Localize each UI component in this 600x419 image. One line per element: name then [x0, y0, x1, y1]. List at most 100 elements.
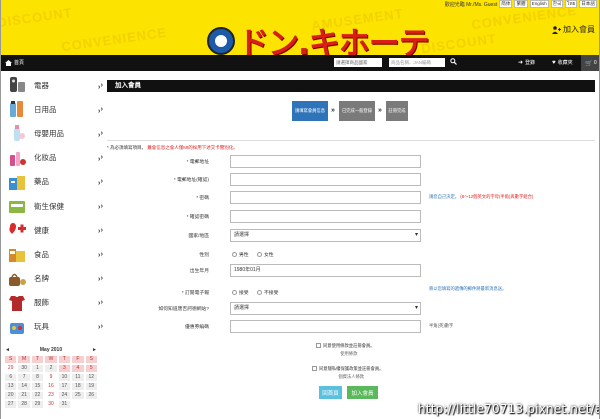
calendar-day[interactable]: 30: [18, 365, 30, 372]
calendar-day[interactable]: 3: [58, 365, 71, 372]
calendar-day[interactable]: 11: [72, 374, 84, 381]
category-item-health[interactable]: 健康 ›: [1, 218, 105, 242]
category-item-health-care[interactable]: 衛生保健 ›: [1, 194, 105, 218]
category-item-clothing[interactable]: 服飾 ›: [1, 291, 105, 315]
lang-korean[interactable]: 한국: [550, 0, 564, 8]
nav-home-link[interactable]: 首頁: [5, 59, 24, 66]
calendar-day[interactable]: 14: [18, 383, 30, 390]
calendar-next-icon[interactable]: ►: [92, 347, 97, 353]
category-item-daily-goods[interactable]: 日用品 ›: [1, 97, 105, 121]
calendar-day[interactable]: 31: [58, 401, 71, 408]
password-confirm-field[interactable]: [230, 210, 421, 223]
chevron-right-icon[interactable]: ›: [98, 252, 100, 259]
calendar-day[interactable]: 13: [5, 383, 17, 390]
terms-link[interactable]: 使用條款: [323, 351, 375, 357]
site-logo[interactable]: ドン.キホーテ: [207, 18, 430, 55]
lang-english[interactable]: English: [529, 0, 549, 8]
email-confirm-field[interactable]: [230, 173, 421, 186]
country-select[interactable]: 請選擇: [230, 229, 421, 242]
calendar-day[interactable]: 29: [5, 365, 16, 372]
privacy-agree-checkbox[interactable]: 同意隱私權保護政策並註冊會員。 個資法人條款: [312, 366, 383, 380]
terms-agree-checkbox[interactable]: 同意使用條款並註冊會員。 使用條款: [316, 343, 375, 357]
birthday-field[interactable]: 1980年01月: [230, 264, 421, 277]
join-member-button[interactable]: 加入會員: [347, 386, 378, 399]
back-home-button[interactable]: 回首頁: [319, 386, 342, 399]
chevron-right-icon[interactable]: ›: [98, 300, 100, 307]
chevron-right-icon[interactable]: ›: [98, 180, 100, 187]
lang-thai[interactable]: ไทย: [565, 0, 578, 8]
calendar-day[interactable]: 25: [72, 392, 84, 399]
country-select[interactable]: 請選擇商品國家: [334, 58, 382, 67]
calendar-day[interactable]: 30: [45, 401, 56, 408]
calendar-day[interactable]: 16: [45, 383, 56, 390]
chevron-right-icon[interactable]: ›: [98, 108, 100, 115]
referrer-label: 優惠券編碼: [185, 325, 209, 330]
calendar-day[interactable]: 4: [72, 365, 84, 372]
category-item-appliances[interactable]: 電器 ›: [1, 73, 105, 97]
calendar-day[interactable]: 1: [31, 365, 44, 372]
category-sidebar: 電器 › 日用品 › 母嬰用品 › 化妝品 › 藥品 › 衛生保健 › 健康 ›…: [1, 73, 105, 339]
birthday-row: 出生年月 1980年01月: [111, 264, 571, 278]
calendar-day[interactable]: 6: [5, 374, 17, 381]
category-item-brand[interactable]: 名牌 ›: [1, 267, 105, 291]
calendar-day[interactable]: 29: [31, 401, 44, 408]
gender-row: 性別 男性 女性: [111, 248, 571, 262]
calendar-day[interactable]: 19: [85, 383, 97, 390]
category-item-cosmetics[interactable]: 化妝品 ›: [1, 146, 105, 170]
referrer-field[interactable]: [230, 320, 421, 333]
calendar-day[interactable]: 18: [72, 383, 84, 390]
chevron-right-icon[interactable]: ›: [98, 204, 100, 211]
chevron-right-icon[interactable]: ›: [98, 84, 100, 91]
chevron-right-icon[interactable]: ›: [98, 156, 100, 163]
join-member-link[interactable]: 加入會員: [552, 24, 595, 35]
chevron-right-icon[interactable]: ›: [98, 228, 100, 235]
search-button[interactable]: [450, 58, 457, 67]
source-select[interactable]: 請選擇: [230, 302, 421, 315]
search-input[interactable]: 商品名稱、JAN編碼: [389, 58, 445, 67]
calendar-day[interactable]: 2: [45, 365, 57, 372]
nav-favorites-link[interactable]: ♥ 收藏夾: [552, 59, 573, 67]
lang-traditional[interactable]: 繁體: [514, 0, 528, 8]
calendar-day[interactable]: 10: [58, 374, 71, 381]
chevron-right-icon[interactable]: ›: [98, 276, 100, 283]
category-item-toys[interactable]: 玩具 ›: [1, 315, 105, 339]
newsletter-no-radio[interactable]: 不接受: [257, 289, 278, 296]
privacy-link[interactable]: 個資法人條款: [319, 374, 383, 380]
calendar-day[interactable]: 20: [5, 392, 17, 399]
calendar-day[interactable]: 22: [31, 392, 44, 399]
category-label: 藥品: [34, 177, 49, 187]
category-item-baby[interactable]: 母嬰用品 ›: [1, 121, 105, 145]
calendar-day[interactable]: 26: [85, 392, 97, 399]
newsletter-yes-radio[interactable]: 接受: [232, 289, 249, 296]
nav-login-link[interactable]: ➜ 登錄: [518, 59, 535, 66]
category-label: 衛生保健: [34, 201, 64, 211]
calendar-day[interactable]: 15: [31, 383, 44, 390]
chevron-right-icon[interactable]: ›: [98, 324, 100, 331]
calendar-day[interactable]: 17: [58, 383, 71, 390]
calendar-day[interactable]: 28: [18, 401, 30, 408]
calendar-day[interactable]: 5: [85, 365, 97, 372]
calendar-day[interactable]: 21: [18, 392, 30, 399]
calendar-prev-icon[interactable]: ◄: [5, 347, 10, 353]
calendar-day[interactable]: 27: [5, 401, 17, 408]
calendar-day[interactable]: [72, 401, 83, 408]
lang-simplified[interactable]: 简体: [499, 0, 513, 8]
password-field[interactable]: [230, 191, 421, 204]
calendar-day[interactable]: 8: [31, 374, 44, 381]
calendar-day[interactable]: 9: [45, 374, 56, 381]
calendar-day[interactable]: [86, 401, 97, 408]
cart-button[interactable]: 🛒 0: [581, 55, 599, 71]
category-item-medicine[interactable]: 藥品 ›: [1, 170, 105, 194]
lang-japanese[interactable]: 日本語: [579, 0, 597, 8]
calendar-day[interactable]: 23: [45, 392, 56, 399]
email-field[interactable]: [230, 155, 421, 168]
newsletter-hint: 將以您填寫的遞傳的郵件將最新消息送。: [429, 286, 507, 291]
gender-male-radio[interactable]: 男性: [232, 251, 249, 258]
category-label: 母嬰用品: [34, 128, 64, 138]
calendar-day[interactable]: 7: [18, 374, 30, 381]
gender-female-radio[interactable]: 女性: [257, 251, 274, 258]
calendar-day[interactable]: 12: [85, 374, 97, 381]
category-item-food[interactable]: 食品 ›: [1, 242, 105, 266]
calendar-day[interactable]: 24: [58, 392, 71, 399]
chevron-right-icon[interactable]: ›: [98, 132, 100, 139]
